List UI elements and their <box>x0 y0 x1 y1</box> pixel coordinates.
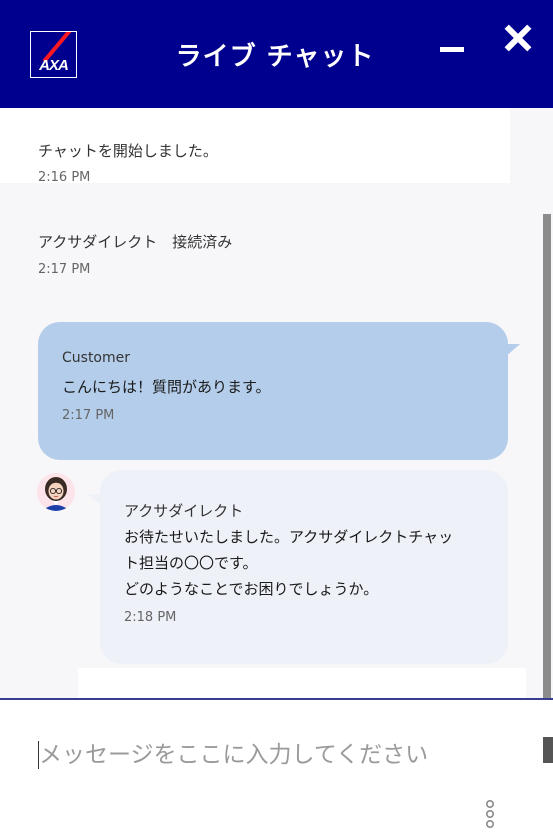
list-bottom-strip <box>78 668 526 698</box>
customer-message-time: 2:17 PM <box>62 408 115 423</box>
input-scrollbar[interactable] <box>543 737 553 763</box>
agent-avatar <box>37 473 75 511</box>
axa-logo-icon: AXA <box>30 31 77 78</box>
customer-bubble-tail <box>504 344 520 358</box>
chat-header: AXA ライブ チャット <box>0 0 553 108</box>
more-options-icon[interactable] <box>480 796 500 832</box>
scrollbar-thumb[interactable] <box>543 214 551 698</box>
agent-bubble-tail <box>88 494 102 506</box>
message-composer <box>0 700 553 840</box>
customer-message-bubble: Customer こんにちは！質問があります。 2:17 PM <box>38 322 508 460</box>
agent-message-line: どのようなことでお困りでしょうか。 <box>124 580 379 598</box>
agent-avatar-icon <box>37 473 75 511</box>
message-list[interactable]: チャットを開始しました。 2:16 PM アクサダイレクト 接続済み 2:17 … <box>0 108 553 698</box>
system-message-time: 2:16 PM <box>38 170 91 185</box>
customer-message-text: こんにちは！質問があります。 <box>62 378 271 396</box>
chat-title: ライブ チャット <box>175 42 375 72</box>
system-message-text: チャットを開始しました。 <box>38 142 218 160</box>
agent-sender: アクサダイレクト <box>124 502 244 520</box>
logo-text: AXA <box>39 57 69 74</box>
system-message-text: アクサダイレクト 接続済み <box>38 233 233 251</box>
agent-message-bubble: アクサダイレクト お待たせいたしました。アクサダイレクトチャッ ト担当の〇〇です… <box>100 470 508 664</box>
agent-message-line: お待たせいたしました。アクサダイレクトチャッ <box>124 528 454 546</box>
message-input[interactable] <box>39 736 529 774</box>
agent-message-line: ト担当の〇〇です。 <box>124 554 258 572</box>
system-message-time: 2:17 PM <box>38 262 91 277</box>
customer-sender: Customer <box>62 350 131 366</box>
agent-message-time: 2:18 PM <box>124 610 177 625</box>
minimize-icon[interactable] <box>436 34 468 66</box>
close-icon[interactable] <box>502 22 534 54</box>
